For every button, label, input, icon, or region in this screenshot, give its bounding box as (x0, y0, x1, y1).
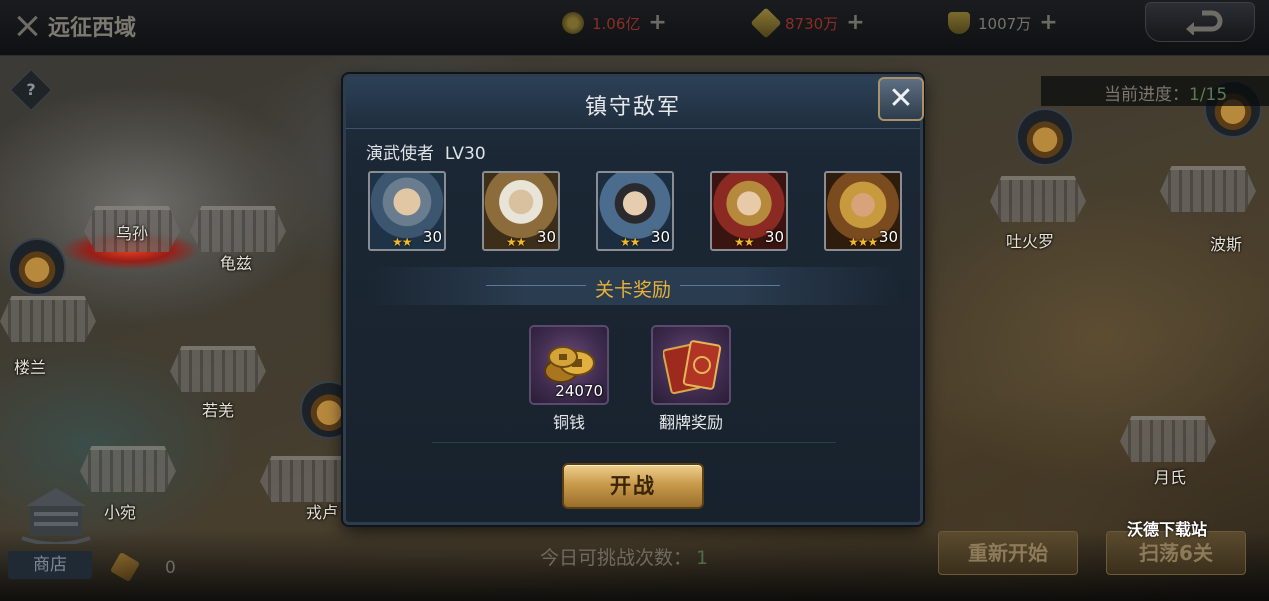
city-fort-tuhuoluo[interactable] (990, 176, 1086, 222)
enemy-info: 演武使者 LV30 (366, 139, 486, 164)
reward-section-header: 关卡奖励 (366, 267, 900, 305)
city-fort-yuezhi[interactable] (1120, 416, 1216, 462)
enemy-level: LV30 (444, 144, 486, 164)
reward-item-flip-card[interactable]: 翻牌奖励 (651, 325, 731, 433)
progress-indicator: 当前进度：1/15 (1041, 76, 1269, 106)
hero-stars: ★★ (620, 235, 640, 249)
city-fort-loulan[interactable] (0, 296, 96, 342)
add-honor-button[interactable]: + (1039, 12, 1057, 34)
hero-level: 30 (878, 228, 898, 246)
cards-icon (663, 340, 722, 395)
hero-level: 30 (764, 228, 784, 246)
feather-icon (750, 7, 782, 39)
city-label-qiuci: 龟兹 (220, 254, 253, 273)
hero-card[interactable]: ★★★ 30 (824, 171, 902, 251)
crossed-swords-icon (14, 13, 40, 39)
challenges-value: 1 (696, 547, 709, 569)
city-fort-xiaowan[interactable] (80, 446, 176, 492)
hero-card[interactable]: ★★ 30 (710, 171, 788, 251)
garrison-enemy-dialog: 镇守敌军 ✕ 演武使者 LV30 ★★ 30 ★★ 30 ★★ 30 ★★ 30 (343, 74, 924, 525)
city-label-loulan: 楼兰 (14, 358, 47, 377)
reward-item-copper[interactable]: 24070 铜钱 (529, 325, 609, 433)
back-button[interactable] (1145, 2, 1255, 42)
start-battle-label: 开战 (610, 474, 656, 498)
challenges-label: 今日可挑战次数： (540, 547, 693, 569)
hero-card[interactable]: ★★ 30 (368, 171, 446, 251)
coin-resource: 1.06亿 + (562, 12, 667, 34)
hero-card[interactable]: ★★ 30 (596, 171, 674, 251)
hero-stars: ★★★ (848, 235, 878, 249)
city-label-yuezhi: 月氏 (1154, 468, 1187, 487)
feather-amount: 8730万 (785, 14, 839, 33)
divider-line (432, 442, 836, 443)
city-label-tuhuoluo: 吐火罗 (1006, 232, 1055, 251)
question-icon: ? (26, 80, 36, 99)
start-battle-button[interactable]: 开战 (562, 463, 704, 509)
city-fort-ruoqiang[interactable] (170, 346, 266, 392)
progress-value: 1/15 (1189, 85, 1228, 105)
daily-challenges: 今日可挑战次数： 1 (540, 543, 708, 570)
watermark: 沃德下载站 (1127, 520, 1208, 539)
reward-box (651, 325, 731, 405)
city-fort-qiuci[interactable] (190, 206, 286, 252)
dialog-title: 镇守敌军 (584, 95, 681, 120)
title-group: 远征西域 (14, 10, 136, 42)
top-bar: 远征西域 1.06亿 + 8730万 + 1007万 + (0, 0, 1269, 56)
hero-level: 30 (650, 228, 670, 246)
return-arrow-icon (1186, 10, 1223, 35)
enemy-name: 演武使者 (366, 144, 434, 164)
city-label-wusun: 乌孙 (116, 224, 149, 243)
reward-box: 24070 (529, 325, 609, 405)
shop-icon[interactable] (20, 484, 92, 544)
honor-amount: 1007万 (978, 14, 1032, 33)
add-feathers-button[interactable]: + (846, 12, 864, 34)
coin-icon (562, 12, 584, 34)
restart-button[interactable]: 重新开始 (938, 531, 1078, 575)
city-label-xiaowan: 小宛 (104, 503, 137, 522)
close-icon: ✕ (888, 81, 914, 116)
city-label-ruoqiang: 若羌 (202, 401, 235, 420)
city-label-bosi: 波斯 (1210, 235, 1243, 254)
city-fort-bosi[interactable] (1160, 166, 1256, 212)
reward-count: 24070 (555, 382, 603, 400)
progress-label: 当前进度： (1104, 85, 1189, 105)
treasure-chest-icon[interactable] (1016, 108, 1074, 166)
city-fort-ronglu[interactable] (260, 456, 356, 502)
reward-name: 铜钱 (552, 413, 585, 432)
hero-stars: ★★ (506, 235, 526, 249)
treasure-chest-icon[interactable] (8, 238, 66, 296)
honor-icon (948, 12, 970, 34)
city-label-ronglu: 戎卢 (306, 503, 339, 522)
page-title: 远征西域 (48, 16, 137, 41)
add-coins-button[interactable]: + (648, 12, 666, 34)
dialog-header: 镇守敌军 (346, 77, 920, 129)
reward-title: 关卡奖励 (594, 279, 671, 301)
token-count: 0 (165, 558, 176, 578)
coin-amount: 1.06亿 (592, 14, 641, 33)
shop-button[interactable]: 商店 (8, 551, 92, 579)
hero-stars: ★★ (734, 235, 754, 249)
enemy-hero-list: ★★ 30 ★★ 30 ★★ 30 ★★ 30 ★★★ 30 (368, 171, 904, 251)
hero-level: 30 (422, 228, 442, 246)
copper-coins-icon (544, 346, 595, 383)
feather-resource: 8730万 + (750, 7, 865, 39)
hero-card[interactable]: ★★ 30 (482, 171, 560, 251)
hero-stars: ★★ (392, 235, 412, 249)
honor-resource: 1007万 + (948, 12, 1058, 34)
hero-level: 30 (536, 228, 556, 246)
close-button[interactable]: ✕ (878, 77, 924, 121)
reward-name: 翻牌奖励 (658, 413, 723, 432)
